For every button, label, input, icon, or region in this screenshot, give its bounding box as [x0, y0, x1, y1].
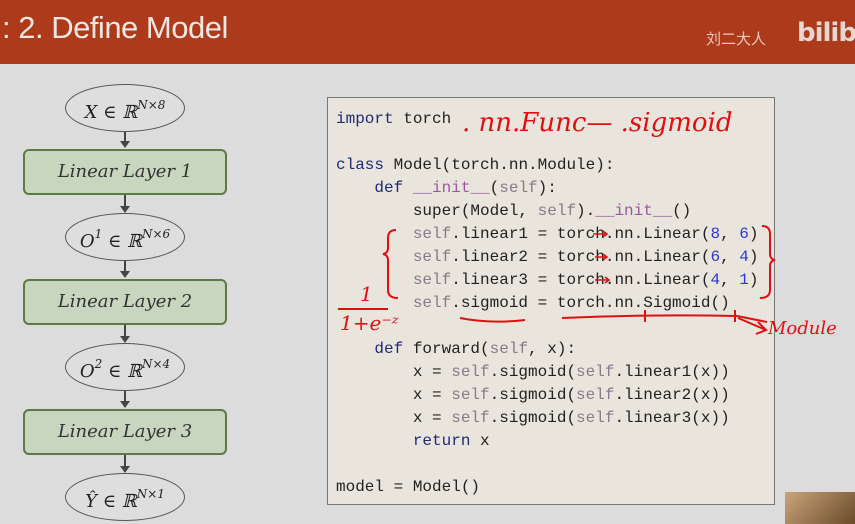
presenter-video-thumbnail — [785, 492, 855, 524]
handwritten-annotations — [338, 225, 776, 335]
annotation-module: Module — [768, 318, 837, 339]
annotation-functional-sigmoid: . nn.Func— .sigmoid — [462, 108, 733, 138]
annotation-formula-denominator: 1+e⁻ᶻ — [340, 311, 399, 335]
annotation-formula-numerator: 1 — [360, 282, 373, 306]
